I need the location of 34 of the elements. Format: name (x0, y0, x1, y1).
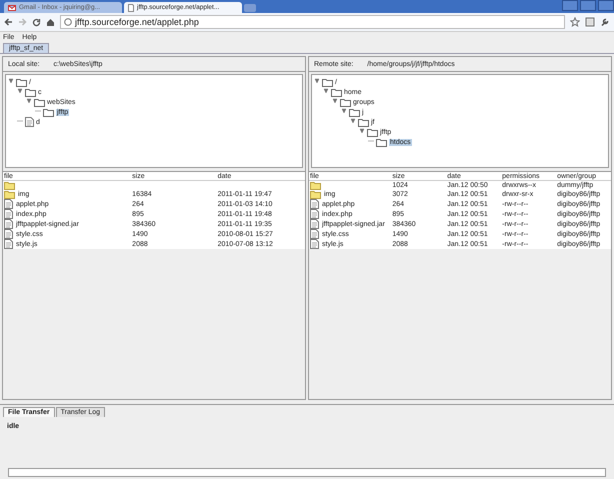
expander-icon[interactable] (350, 118, 356, 126)
page-menu-icon[interactable] (585, 17, 595, 27)
globe-icon (64, 18, 72, 26)
star-icon[interactable] (570, 17, 580, 27)
folder-icon (376, 138, 387, 146)
expander-icon[interactable] (314, 78, 320, 86)
home-icon[interactable] (46, 18, 55, 26)
folder-icon (367, 128, 378, 136)
expander-icon[interactable] (323, 88, 329, 96)
folder-icon (16, 78, 27, 86)
folder-icon (25, 88, 36, 96)
folder-icon (34, 98, 45, 106)
folder-icon (340, 98, 351, 106)
folder-icon (358, 118, 369, 126)
mail-icon (8, 4, 16, 10)
folder-icon (322, 78, 333, 86)
expander-icon[interactable] (26, 98, 32, 106)
folder-icon (43, 108, 54, 116)
expander-icon[interactable] (17, 88, 23, 96)
expander-icon[interactable] (359, 128, 365, 136)
folder-icon (4, 190, 15, 199)
reload-icon[interactable] (32, 18, 41, 26)
wrench-icon[interactable] (600, 17, 610, 27)
expander-icon[interactable] (341, 108, 347, 116)
folder-icon (310, 190, 321, 199)
folder-icon (4, 181, 15, 190)
address-bar[interactable]: jfftp.sourceforge.net/applet.php (60, 15, 565, 29)
folder-icon (310, 181, 321, 190)
expander-icon[interactable] (8, 78, 14, 86)
file-icon (25, 117, 34, 127)
expander-icon[interactable] (332, 98, 338, 106)
folder-icon (331, 88, 342, 96)
back-icon[interactable] (4, 18, 13, 26)
folder-icon (349, 108, 360, 116)
